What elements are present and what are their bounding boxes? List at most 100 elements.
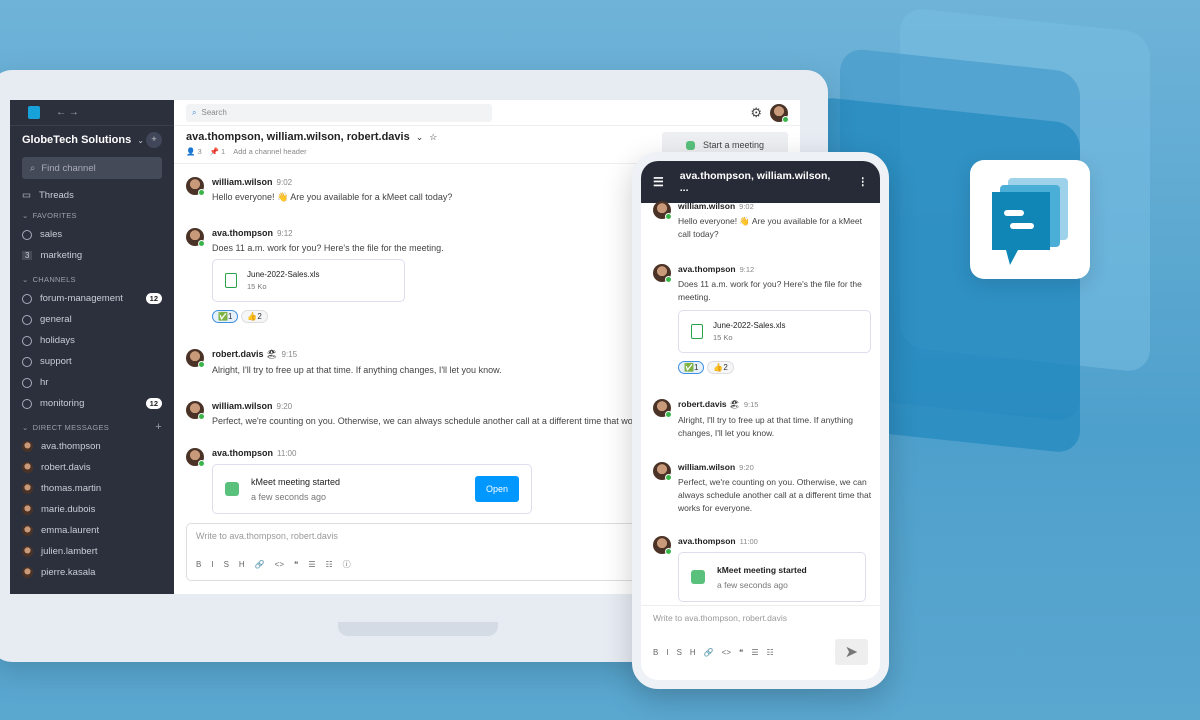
dm-label: marie.dubois: [41, 504, 96, 515]
sidebar-item-holidays[interactable]: holidays: [10, 330, 174, 351]
search-icon: ⌕: [30, 162, 36, 174]
sidebar-item-monitoring[interactable]: monitoring 12: [10, 393, 174, 414]
reaction-thumbs-up[interactable]: 👍 2: [241, 310, 268, 323]
gear-icon[interactable]: ⚙: [750, 105, 762, 121]
more-icon[interactable]: ⋮: [858, 176, 869, 188]
sidebar-item-general[interactable]: general: [10, 309, 174, 330]
author[interactable]: william.wilson: [678, 462, 735, 472]
dm-item[interactable]: ava.thompson: [10, 436, 174, 457]
format-button[interactable]: ❝: [294, 560, 298, 569]
file-attachment[interactable]: June-2022-Sales.xls 15 Ko: [678, 310, 871, 353]
file-size: 15 Ko: [713, 333, 733, 342]
format-button[interactable]: B: [653, 648, 658, 657]
format-button[interactable]: 🔗: [704, 648, 714, 657]
search-input[interactable]: ⌕ Search: [186, 103, 492, 122]
author[interactable]: robert.davis: [678, 399, 727, 409]
format-button[interactable]: ☷: [767, 648, 774, 657]
user-avatar[interactable]: [770, 103, 789, 123]
avatar: [653, 264, 672, 283]
dm-item[interactable]: thomas.martin: [10, 478, 174, 499]
format-button[interactable]: S: [224, 560, 229, 569]
sidebar-item-forum-management[interactable]: forum-management 12: [10, 288, 174, 309]
dm-item[interactable]: robert.davis: [10, 457, 174, 478]
format-button[interactable]: H: [690, 648, 696, 657]
add-channel-header-link[interactable]: Add a channel header: [233, 147, 306, 156]
sidebar-item-sales[interactable]: sales: [10, 224, 174, 245]
format-button[interactable]: ☰: [751, 648, 758, 657]
format-button[interactable]: I: [211, 560, 213, 569]
sidebar-item-hr[interactable]: hr: [10, 372, 174, 393]
mobile-channel-title[interactable]: ava.thompson, william.wilson, ...: [680, 170, 842, 194]
reaction-thumbs-up[interactable]: 👍 2: [707, 361, 734, 374]
message-text: Hello everyone! 👋 Are you available for …: [212, 192, 453, 202]
favorites-section[interactable]: ⌄ FAVORITES: [10, 206, 174, 224]
message-text: Does 11 a.m. work for you? Here's the fi…: [678, 279, 862, 302]
member-count-icon: 3: [22, 251, 33, 260]
menu-icon[interactable]: ☰: [653, 175, 664, 189]
format-button[interactable]: B: [196, 560, 201, 569]
sidebar-item-marketing[interactable]: 3 marketing: [10, 245, 174, 266]
reaction-emoji: ✅: [218, 312, 228, 321]
dm-label: pierre.kasala: [41, 567, 96, 578]
message: william.wilson 9:02 Hello everyone! 👋 Are …: [653, 201, 873, 241]
section-label: DIRECT MESSAGES: [32, 422, 110, 432]
dm-item[interactable]: marie.dubois: [10, 499, 174, 520]
sidebar-item-label: monitoring: [40, 398, 85, 409]
reaction-check[interactable]: ✅ 1: [212, 310, 239, 323]
format-button[interactable]: <>: [722, 648, 731, 657]
unread-badge: 12: [145, 293, 162, 304]
author[interactable]: robert.davis: [212, 349, 264, 359]
star-icon[interactable]: ☆: [429, 132, 437, 143]
meeting-card[interactable]: kMeet meeting started a few seconds ago: [678, 552, 866, 602]
message: ava.thompson 9:12 Does 11 a.m. work for yo…: [653, 264, 873, 374]
sidebar-item-support[interactable]: support: [10, 351, 174, 372]
channel-title[interactable]: ava.thompson, william.wilson, robert.dav…: [186, 131, 410, 143]
format-button[interactable]: 🔗: [255, 560, 265, 569]
open-meeting-button[interactable]: Open: [474, 476, 519, 502]
avatar: [22, 504, 33, 515]
format-button[interactable]: I: [666, 648, 668, 657]
author[interactable]: ava.thompson: [212, 448, 273, 458]
avatar: [22, 567, 33, 578]
format-button[interactable]: <>: [275, 560, 284, 569]
channels-section[interactable]: ⌄ CHANNELS: [10, 270, 174, 288]
author[interactable]: ava.thompson: [678, 536, 736, 546]
sidebar-item-threads[interactable]: ▭ Threads: [10, 185, 174, 206]
author[interactable]: william.wilson: [678, 201, 735, 211]
mobile-app: ☰ ava.thompson, william.wilson, ... ⋮ will…: [632, 152, 889, 689]
format-button[interactable]: H: [239, 560, 245, 569]
sidebar-item-label: forum-management: [40, 293, 123, 304]
add-button[interactable]: +: [146, 132, 162, 148]
chevron-down-icon[interactable]: ⌄: [137, 136, 144, 145]
find-channel-input[interactable]: ⌕ Find channel: [22, 157, 162, 179]
members-icon[interactable]: 👤 3: [186, 147, 202, 156]
format-button[interactable]: S: [677, 648, 682, 657]
team-name[interactable]: GlobeTech Solutions: [22, 134, 131, 146]
formatting-toolbar: B I S H 🔗 <> ❝ ☰ ☷: [653, 648, 774, 657]
section-label: CHANNELS: [32, 274, 76, 284]
pin-icon[interactable]: 📌 1: [210, 147, 226, 156]
mobile-composer[interactable]: Write to ava.thompson, robert.davis BISH…: [641, 605, 880, 672]
dm-item[interactable]: pierre.kasala: [10, 562, 174, 583]
format-button[interactable]: ⓘ: [343, 559, 351, 570]
reaction-count: 2: [723, 363, 728, 372]
send-button[interactable]: ➤: [834, 639, 868, 665]
dm-item[interactable]: emma.laurent: [10, 520, 174, 541]
format-button[interactable]: ☷: [326, 560, 333, 569]
author[interactable]: ava.thompson: [212, 228, 273, 238]
avatar: [186, 349, 205, 368]
back-forward-icon[interactable]: ← →: [56, 107, 79, 118]
author[interactable]: william.wilson: [212, 177, 273, 187]
format-button[interactable]: ☰: [308, 560, 315, 569]
file-attachment[interactable]: June-2022-Sales.xls 15 Ko: [212, 259, 405, 302]
author[interactable]: ava.thompson: [678, 264, 736, 274]
avatar: [22, 525, 33, 536]
author[interactable]: william.wilson: [212, 401, 273, 411]
add-dm-icon[interactable]: +: [155, 421, 162, 433]
format-button[interactable]: ❝: [739, 648, 743, 657]
direct-messages-section[interactable]: ⌄ DIRECT MESSAGES +: [10, 418, 174, 436]
dm-item[interactable]: julien.lambert: [10, 541, 174, 562]
search-placeholder: Search: [201, 108, 227, 117]
chevron-down-icon[interactable]: ⌄: [416, 132, 424, 143]
reaction-check[interactable]: ✅ 1: [678, 361, 705, 374]
